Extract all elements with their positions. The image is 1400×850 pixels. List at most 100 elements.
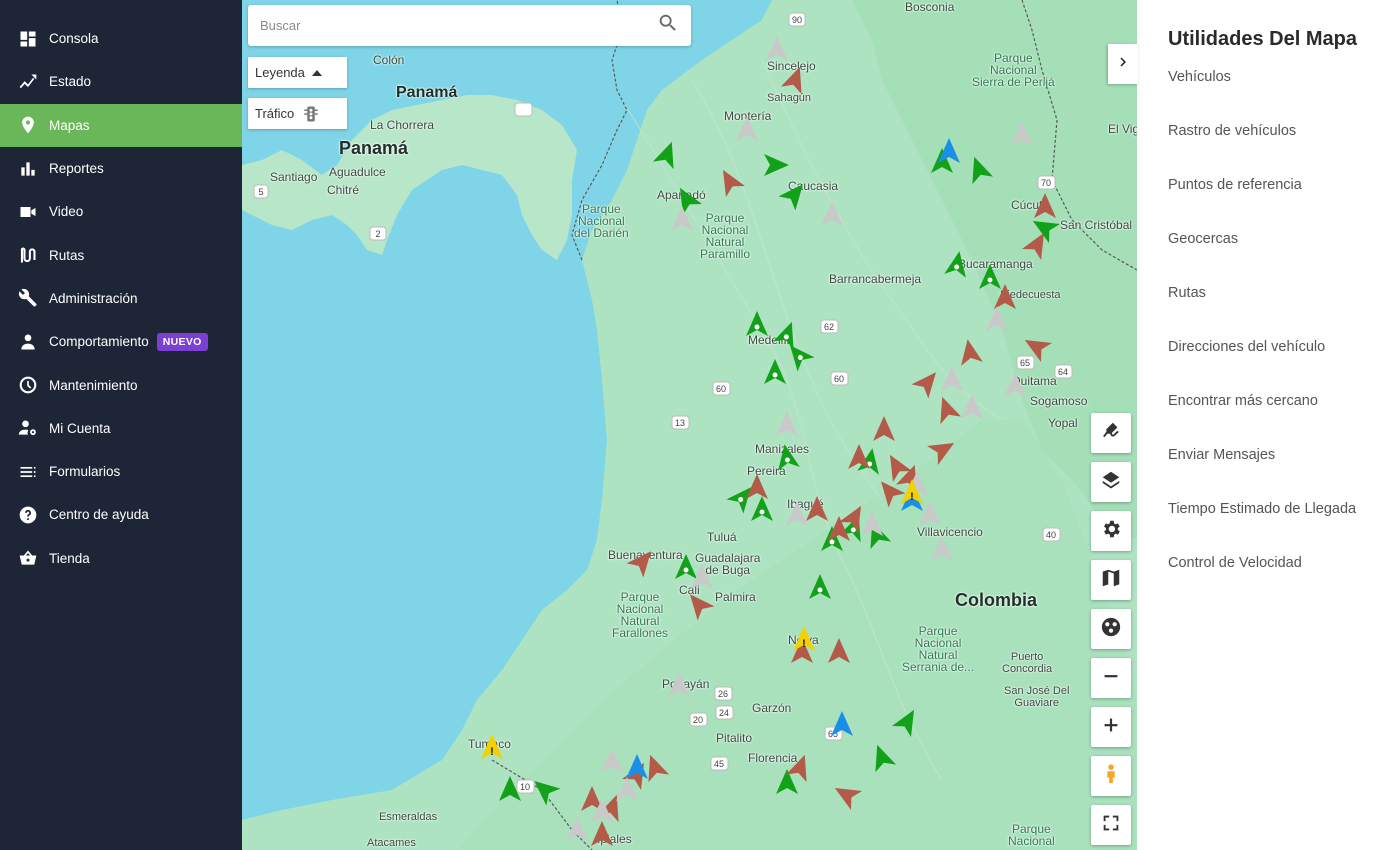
map-canvas[interactable]: 90526260601370656440262024456510 Colón P…	[242, 0, 1137, 850]
draw-button[interactable]	[1091, 413, 1131, 453]
vehicle-marker[interactable]	[848, 444, 870, 469]
vehicle-marker[interactable]	[713, 164, 746, 198]
vehicle-marker[interactable]	[782, 338, 815, 372]
vehicle-marker[interactable]	[941, 366, 963, 391]
vehicle-marker[interactable]	[772, 318, 802, 350]
sidebar-item-tienda[interactable]: Tienda	[0, 537, 242, 580]
sidebar-item-centro-de-ayuda[interactable]: Centro de ayuda	[0, 493, 242, 536]
vehicle-marker[interactable]	[774, 442, 800, 471]
vehicle-marker[interactable]	[961, 394, 983, 419]
vehicle-marker[interactable]	[786, 501, 808, 526]
search-input[interactable]	[260, 18, 657, 33]
vehicle-marker[interactable]	[944, 249, 970, 278]
settings-button[interactable]	[1091, 511, 1131, 551]
panel-item-encontrar[interactable]: Encontrar más cercano	[1168, 393, 1400, 447]
panel-item-puntos[interactable]: Puntos de referencia	[1168, 177, 1400, 231]
vehicle-marker[interactable]	[591, 821, 613, 846]
vehicle-marker[interactable]	[746, 474, 768, 499]
alert-marker[interactable]: !	[481, 734, 503, 759]
vehicle-marker[interactable]	[626, 544, 660, 578]
sidebar-item-estado[interactable]: Estado	[0, 60, 242, 103]
panel-toggle-button[interactable]	[1108, 44, 1138, 84]
vehicle-marker[interactable]	[1019, 330, 1053, 363]
panel-item-vehiculos[interactable]: Vehículos	[1168, 69, 1400, 123]
sidebar-item-label: Mi Cuenta	[49, 420, 111, 436]
vehicle-marker[interactable]	[919, 501, 941, 526]
vehicle-marker[interactable]	[682, 587, 715, 621]
vehicle-marker[interactable]	[616, 776, 638, 801]
panel-item-mensajes[interactable]: Enviar Mensajes	[1168, 447, 1400, 501]
sidebar-item-mantenimiento[interactable]: Mantenimiento	[0, 363, 242, 406]
vehicle-marker[interactable]	[601, 748, 623, 773]
sidebar-item-mi-cuenta[interactable]: Mi Cuenta	[0, 407, 242, 450]
sidebar-item-administracion[interactable]: Administración	[0, 277, 242, 320]
sidebar-item-reportes[interactable]: Reportes	[0, 147, 242, 190]
vehicle-marker[interactable]	[668, 672, 690, 697]
panel-item-rastro[interactable]: Rastro de vehículos	[1168, 123, 1400, 177]
vehicle-marker[interactable]	[979, 264, 1001, 289]
vehicle-marker[interactable]	[931, 536, 953, 561]
vehicle-marker[interactable]	[751, 496, 773, 521]
sidebar-item-mapas[interactable]: Mapas	[0, 103, 242, 147]
vehicle-marker[interactable]	[891, 704, 924, 738]
vehicle-marker[interactable]	[821, 201, 843, 226]
vehicle-marker[interactable]	[778, 177, 812, 211]
street-view-button[interactable]	[1091, 756, 1131, 796]
panel-item-geocercas[interactable]: Geocercas	[1168, 231, 1400, 285]
vehicle-marker[interactable]	[764, 359, 786, 384]
vehicle-marker[interactable]	[776, 411, 798, 436]
panel-item-velocidad[interactable]: Control de Velocidad	[1168, 555, 1400, 609]
legend-button[interactable]: Leyenda	[248, 57, 347, 88]
panel-item-tiempo[interactable]: Tiempo Estimado de Llegada	[1168, 501, 1400, 555]
vehicle-marker[interactable]	[867, 741, 897, 773]
vehicle-marker[interactable]	[566, 816, 588, 841]
panel-item-direcciones[interactable]: Direcciones del vehículo	[1168, 339, 1400, 393]
vehicle-marker[interactable]	[873, 416, 895, 441]
vehicle-marker[interactable]	[764, 154, 789, 176]
vehicle-marker[interactable]	[829, 778, 863, 811]
vehicle-marker[interactable]	[499, 776, 521, 801]
vehicle-marker[interactable]	[957, 337, 983, 366]
fullscreen-button[interactable]	[1091, 805, 1131, 845]
vehicle-marker[interactable]	[911, 365, 945, 399]
sidebar-item-label: Video	[49, 204, 84, 220]
vehicle-marker[interactable]	[1034, 193, 1056, 218]
vehicle-marker[interactable]	[873, 474, 906, 508]
vehicle-marker[interactable]	[1004, 372, 1026, 397]
traffic-button[interactable]: Tráfico	[248, 98, 347, 129]
cluster-button[interactable]	[1091, 609, 1131, 649]
panel-item-rutas[interactable]: Rutas	[1168, 285, 1400, 339]
alert-marker[interactable]: !	[793, 626, 815, 651]
vehicle-marker[interactable]	[986, 306, 1008, 331]
vehicle-marker[interactable]	[828, 638, 850, 663]
vehicle-marker[interactable]	[932, 393, 962, 425]
vehicle-marker[interactable]	[736, 116, 758, 141]
vehicle-marker[interactable]	[1011, 121, 1033, 146]
vehicle-marker[interactable]	[780, 63, 810, 95]
sidebar-item-video[interactable]: Video	[0, 190, 242, 233]
vehicle-marker[interactable]	[746, 311, 768, 336]
vehicle-marker[interactable]	[675, 554, 697, 579]
vehicle-marker[interactable]	[806, 496, 828, 521]
vehicle-marker[interactable]	[652, 138, 682, 170]
zoom-out-button[interactable]	[1091, 658, 1131, 698]
vehicle-marker[interactable]	[670, 182, 703, 216]
layers-button[interactable]	[1091, 462, 1131, 502]
map-type-button[interactable]	[1091, 560, 1131, 600]
sidebar-item-formularios[interactable]: Formularios	[0, 450, 242, 493]
vehicle-marker[interactable]	[994, 284, 1016, 309]
zoom-in-button[interactable]	[1091, 707, 1131, 747]
vehicle-marker[interactable]	[926, 433, 960, 466]
vehicle-marker[interactable]	[809, 574, 831, 599]
vehicle-marker[interactable]	[671, 206, 693, 231]
vehicle-marker[interactable]	[831, 711, 853, 736]
vehicle-marker[interactable]	[527, 773, 561, 806]
search-icon[interactable]	[657, 12, 679, 39]
vehicle-marker[interactable]	[964, 153, 994, 185]
vehicle-marker[interactable]	[640, 751, 670, 783]
traffic-light-icon	[302, 105, 320, 123]
vehicle-marker[interactable]	[766, 36, 788, 61]
sidebar-item-comportamiento[interactable]: Comportamiento NUEVO	[0, 320, 242, 363]
sidebar-item-rutas[interactable]: Rutas	[0, 233, 242, 276]
sidebar-item-consola[interactable]: Consola	[0, 17, 242, 60]
